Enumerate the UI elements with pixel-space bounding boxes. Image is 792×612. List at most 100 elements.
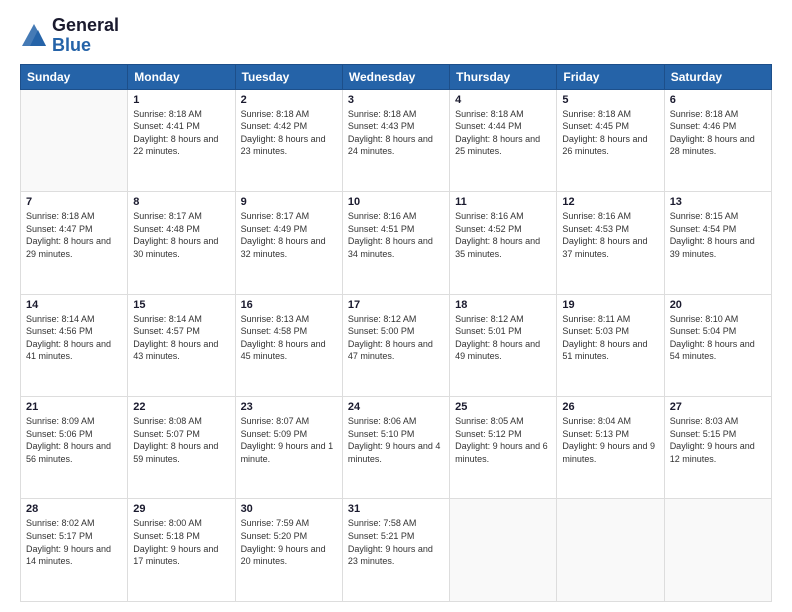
weekday-header-wednesday: Wednesday — [342, 64, 449, 89]
calendar-cell: 3 Sunrise: 8:18 AMSunset: 4:43 PMDaylight… — [342, 89, 449, 191]
calendar-cell: 31 Sunrise: 7:58 AMSunset: 5:21 PMDayligh… — [342, 499, 449, 602]
cell-sun-info: Sunrise: 8:14 AMSunset: 4:56 PMDaylight:… — [26, 313, 122, 363]
day-number: 26 — [562, 401, 658, 413]
weekday-header-tuesday: Tuesday — [235, 64, 342, 89]
day-number: 22 — [133, 401, 229, 413]
day-number: 13 — [670, 196, 766, 208]
cell-sun-info: Sunrise: 8:02 AMSunset: 5:17 PMDaylight:… — [26, 517, 122, 567]
calendar-cell: 5 Sunrise: 8:18 AMSunset: 4:45 PMDaylight… — [557, 89, 664, 191]
weekday-header-row: SundayMondayTuesdayWednesdayThursdayFrid… — [21, 64, 772, 89]
day-number: 3 — [348, 94, 444, 106]
calendar-cell: 4 Sunrise: 8:18 AMSunset: 4:44 PMDaylight… — [450, 89, 557, 191]
calendar-cell: 20Sunrise: 8:10 AMSunset: 5:04 PMDayligh… — [664, 294, 771, 396]
calendar-cell: 7 Sunrise: 8:18 AMSunset: 4:47 PMDaylight… — [21, 192, 128, 294]
calendar-cell: 29 Sunrise: 8:00 AMSunset: 5:18 PMDayligh… — [128, 499, 235, 602]
cell-sun-info: Sunrise: 8:15 AMSunset: 4:54 PMDaylight:… — [670, 210, 766, 260]
day-number: 8 — [133, 196, 229, 208]
calendar-cell: 22 Sunrise: 8:08 AMSunset: 5:07 PMDayligh… — [128, 397, 235, 499]
cell-sun-info: Sunrise: 8:04 AMSunset: 5:13 PMDaylight:… — [562, 415, 658, 465]
day-number: 23 — [241, 401, 337, 413]
cell-sun-info: Sunrise: 8:16 AMSunset: 4:53 PMDaylight:… — [562, 210, 658, 260]
cell-sun-info: Sunrise: 8:18 AMSunset: 4:46 PMDaylight:… — [670, 108, 766, 158]
day-number: 2 — [241, 94, 337, 106]
cell-sun-info: Sunrise: 8:00 AMSunset: 5:18 PMDaylight:… — [133, 517, 229, 567]
cell-sun-info: Sunrise: 8:18 AMSunset: 4:43 PMDaylight:… — [348, 108, 444, 158]
calendar-cell: 13 Sunrise: 8:15 AMSunset: 4:54 PMDayligh… — [664, 192, 771, 294]
day-number: 4 — [455, 94, 551, 106]
logo-icon — [20, 22, 48, 50]
cell-sun-info: Sunrise: 8:12 AMSunset: 5:00 PMDaylight:… — [348, 313, 444, 363]
cell-sun-info: Sunrise: 8:03 AMSunset: 5:15 PMDaylight:… — [670, 415, 766, 465]
calendar-cell: 12Sunrise: 8:16 AMSunset: 4:53 PMDayligh… — [557, 192, 664, 294]
day-number: 21 — [26, 401, 122, 413]
calendar-cell: 25 Sunrise: 8:05 AMSunset: 5:12 PMDayligh… — [450, 397, 557, 499]
day-number: 27 — [670, 401, 766, 413]
cell-sun-info: Sunrise: 8:05 AMSunset: 5:12 PMDaylight:… — [455, 415, 551, 465]
day-number: 24 — [348, 401, 444, 413]
calendar-cell: 11 Sunrise: 8:16 AMSunset: 4:52 PMDayligh… — [450, 192, 557, 294]
day-number: 7 — [26, 196, 122, 208]
day-number: 5 — [562, 94, 658, 106]
calendar-cell — [450, 499, 557, 602]
weekday-header-monday: Monday — [128, 64, 235, 89]
day-number: 14 — [26, 299, 122, 311]
cell-sun-info: Sunrise: 8:18 AMSunset: 4:47 PMDaylight:… — [26, 210, 122, 260]
day-number: 25 — [455, 401, 551, 413]
cell-sun-info: Sunrise: 7:58 AMSunset: 5:21 PMDaylight:… — [348, 517, 444, 567]
calendar-cell: 28 Sunrise: 8:02 AMSunset: 5:17 PMDayligh… — [21, 499, 128, 602]
day-number: 20 — [670, 299, 766, 311]
calendar-cell: 6 Sunrise: 8:18 AMSunset: 4:46 PMDaylight… — [664, 89, 771, 191]
day-number: 30 — [241, 503, 337, 515]
cell-sun-info: Sunrise: 8:06 AMSunset: 5:10 PMDaylight:… — [348, 415, 444, 465]
calendar-cell: 21Sunrise: 8:09 AMSunset: 5:06 PMDayligh… — [21, 397, 128, 499]
cell-sun-info: Sunrise: 8:18 AMSunset: 4:44 PMDaylight:… — [455, 108, 551, 158]
calendar-cell: 14 Sunrise: 8:14 AMSunset: 4:56 PMDayligh… — [21, 294, 128, 396]
cell-sun-info: Sunrise: 8:13 AMSunset: 4:58 PMDaylight:… — [241, 313, 337, 363]
calendar-cell: 19Sunrise: 8:11 AMSunset: 5:03 PMDayligh… — [557, 294, 664, 396]
calendar-cell: 17 Sunrise: 8:12 AMSunset: 5:00 PMDayligh… — [342, 294, 449, 396]
week-row-4: 21Sunrise: 8:09 AMSunset: 5:06 PMDayligh… — [21, 397, 772, 499]
day-number: 28 — [26, 503, 122, 515]
day-number: 9 — [241, 196, 337, 208]
logo: General Blue — [20, 16, 119, 56]
cell-sun-info: Sunrise: 8:18 AMSunset: 4:45 PMDaylight:… — [562, 108, 658, 158]
cell-sun-info: Sunrise: 8:17 AMSunset: 4:48 PMDaylight:… — [133, 210, 229, 260]
cell-sun-info: Sunrise: 8:12 AMSunset: 5:01 PMDaylight:… — [455, 313, 551, 363]
calendar-cell: 16 Sunrise: 8:13 AMSunset: 4:58 PMDayligh… — [235, 294, 342, 396]
weekday-header-friday: Friday — [557, 64, 664, 89]
day-number: 29 — [133, 503, 229, 515]
day-number: 16 — [241, 299, 337, 311]
calendar-cell: 10 Sunrise: 8:16 AMSunset: 4:51 PMDayligh… — [342, 192, 449, 294]
header: General Blue — [20, 16, 772, 56]
day-number: 17 — [348, 299, 444, 311]
calendar-cell — [21, 89, 128, 191]
cell-sun-info: Sunrise: 8:16 AMSunset: 4:51 PMDaylight:… — [348, 210, 444, 260]
calendar-cell: 30 Sunrise: 7:59 AMSunset: 5:20 PMDayligh… — [235, 499, 342, 602]
week-row-2: 7 Sunrise: 8:18 AMSunset: 4:47 PMDaylight… — [21, 192, 772, 294]
cell-sun-info: Sunrise: 8:18 AMSunset: 4:41 PMDaylight:… — [133, 108, 229, 158]
calendar-cell: 23 Sunrise: 8:07 AMSunset: 5:09 PMDayligh… — [235, 397, 342, 499]
cell-sun-info: Sunrise: 8:18 AMSunset: 4:42 PMDaylight:… — [241, 108, 337, 158]
cell-sun-info: Sunrise: 8:16 AMSunset: 4:52 PMDaylight:… — [455, 210, 551, 260]
day-number: 1 — [133, 94, 229, 106]
day-number: 11 — [455, 196, 551, 208]
day-number: 6 — [670, 94, 766, 106]
calendar-table: SundayMondayTuesdayWednesdayThursdayFrid… — [20, 64, 772, 602]
cell-sun-info: Sunrise: 8:08 AMSunset: 5:07 PMDaylight:… — [133, 415, 229, 465]
logo-text: General Blue — [52, 16, 119, 56]
calendar-cell: 9 Sunrise: 8:17 AMSunset: 4:49 PMDaylight… — [235, 192, 342, 294]
calendar-cell — [664, 499, 771, 602]
weekday-header-saturday: Saturday — [664, 64, 771, 89]
day-number: 31 — [348, 503, 444, 515]
cell-sun-info: Sunrise: 7:59 AMSunset: 5:20 PMDaylight:… — [241, 517, 337, 567]
day-number: 18 — [455, 299, 551, 311]
day-number: 10 — [348, 196, 444, 208]
cell-sun-info: Sunrise: 8:07 AMSunset: 5:09 PMDaylight:… — [241, 415, 337, 465]
page: General Blue SundayMondayTuesdayWednesda… — [0, 0, 792, 612]
day-number: 15 — [133, 299, 229, 311]
cell-sun-info: Sunrise: 8:11 AMSunset: 5:03 PMDaylight:… — [562, 313, 658, 363]
calendar-cell: 8 Sunrise: 8:17 AMSunset: 4:48 PMDaylight… — [128, 192, 235, 294]
calendar-cell: 26 Sunrise: 8:04 AMSunset: 5:13 PMDayligh… — [557, 397, 664, 499]
cell-sun-info: Sunrise: 8:17 AMSunset: 4:49 PMDaylight:… — [241, 210, 337, 260]
week-row-3: 14 Sunrise: 8:14 AMSunset: 4:56 PMDayligh… — [21, 294, 772, 396]
